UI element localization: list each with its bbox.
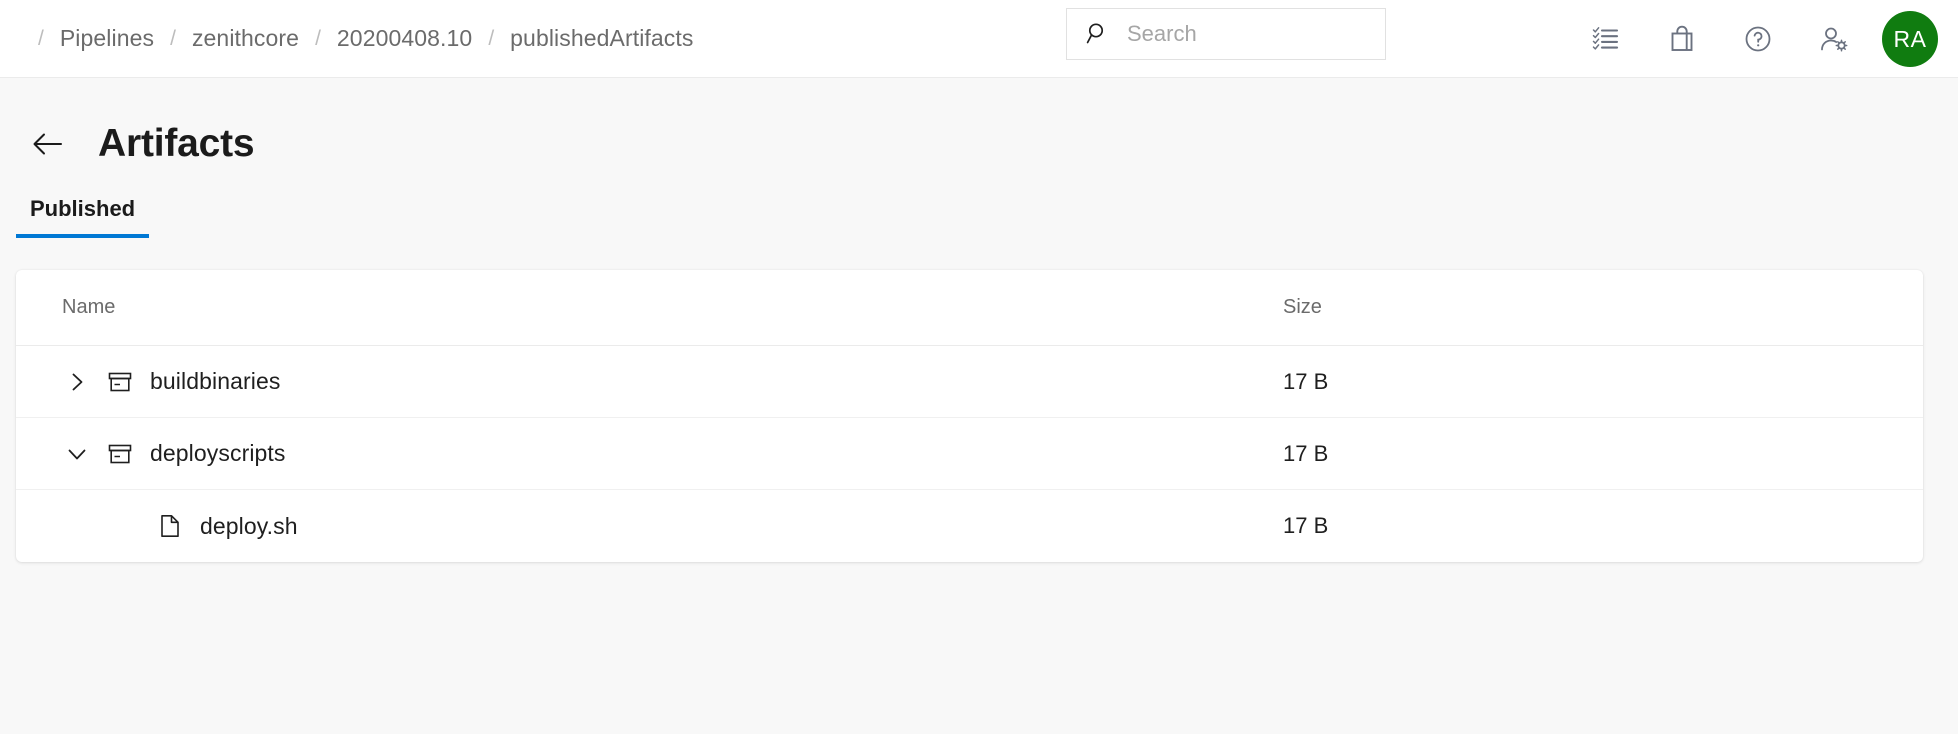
chevron-right-icon[interactable] (62, 367, 92, 397)
boards-checklist-icon[interactable] (1568, 9, 1644, 69)
breadcrumb-separator: / (299, 27, 337, 51)
page-body: Artifacts Published Name Size (0, 78, 1958, 562)
breadcrumb: / Pipelines / zenithcore / 20200408.10 /… (38, 25, 694, 52)
row-name-cell: deployscripts (62, 439, 1283, 469)
search-input-placeholder[interactable]: Search (1127, 21, 1197, 47)
breadcrumb-item-build-number[interactable]: 20200408.10 (337, 25, 472, 52)
marketplace-bag-icon[interactable] (1644, 9, 1720, 69)
breadcrumb-item-pipelines[interactable]: Pipelines (60, 25, 154, 52)
user-settings-icon[interactable] (1796, 9, 1872, 69)
avatar[interactable]: RA (1882, 11, 1938, 67)
header-actions: RA (1568, 0, 1944, 78)
tab-published-label: Published (30, 196, 135, 221)
artifact-name-buildbinaries: buildbinaries (150, 368, 280, 395)
package-icon (106, 440, 134, 468)
breadcrumb-separator: / (154, 27, 192, 51)
file-icon (156, 512, 184, 540)
column-header-name: Name (62, 296, 1283, 319)
search-icon (1085, 21, 1111, 47)
chevron-down-icon[interactable] (62, 439, 92, 469)
breadcrumb-item-published-artifacts[interactable]: publishedArtifacts (510, 25, 693, 52)
breadcrumb-separator: / (472, 27, 510, 51)
artifact-name-deployscripts: deployscripts (150, 440, 286, 467)
tab-published[interactable]: Published (30, 192, 135, 238)
search-box[interactable]: Search (1066, 8, 1386, 60)
page-title: Artifacts (98, 122, 254, 166)
file-name-deploy-sh: deploy.sh (200, 513, 298, 540)
table-row[interactable]: deploy.sh 17 B (16, 490, 1923, 562)
top-header-bar: / Pipelines / zenithcore / 20200408.10 /… (0, 0, 1958, 78)
row-name-cell: buildbinaries (62, 367, 1283, 397)
row-size-cell: 17 B (1283, 441, 1923, 467)
chevron-placeholder (112, 511, 142, 541)
column-header-size: Size (1283, 296, 1923, 319)
package-icon (106, 368, 134, 396)
table-row[interactable]: buildbinaries 17 B (16, 346, 1923, 418)
row-size-cell: 17 B (1283, 369, 1923, 395)
page-title-row: Artifacts (0, 78, 1958, 170)
artifacts-table: Name Size buildbinaries (16, 270, 1923, 562)
breadcrumb-separator: / (38, 27, 60, 51)
help-question-icon[interactable] (1720, 9, 1796, 69)
table-header-row: Name Size (16, 270, 1923, 346)
row-size-cell: 17 B (1283, 513, 1923, 539)
table-row[interactable]: deployscripts 17 B (16, 418, 1923, 490)
breadcrumb-item-zenithcore[interactable]: zenithcore (192, 25, 299, 52)
arrow-left-icon[interactable] (26, 122, 70, 166)
tab-bar: Published (0, 192, 1958, 238)
row-name-cell: deploy.sh (62, 511, 1283, 541)
